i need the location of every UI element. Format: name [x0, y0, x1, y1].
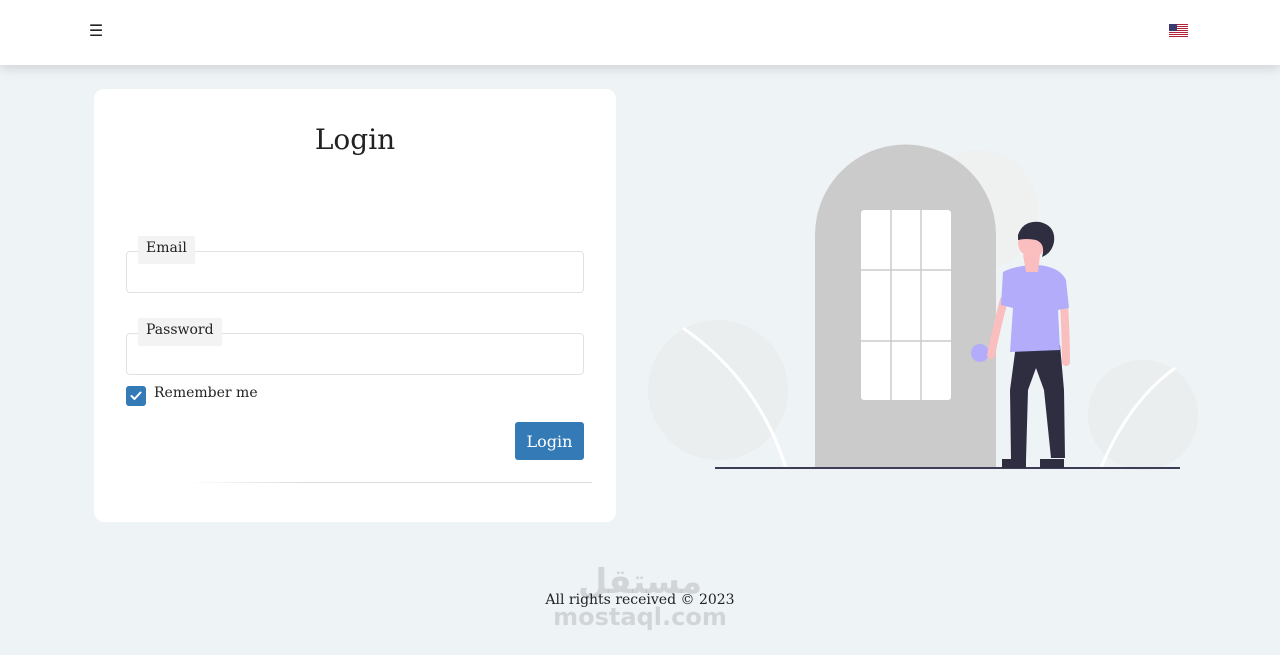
remember-me-row: Remember me — [126, 385, 258, 407]
email-label: Email — [138, 236, 195, 264]
door-illustration — [648, 144, 1198, 470]
remember-me-label: Remember me — [154, 385, 258, 401]
password-label: Password — [138, 318, 222, 346]
footer-copyright: All rights received © 2023 — [545, 592, 735, 608]
login-card: Login Email Password Remember me Login — [94, 89, 616, 522]
check-icon — [130, 391, 142, 400]
top-navbar: ☰ — [0, 0, 1280, 65]
us-flag-icon[interactable] — [1169, 24, 1188, 37]
hamburger-menu-icon[interactable]: ☰ — [86, 20, 106, 42]
email-input[interactable] — [127, 252, 583, 292]
card-divider — [184, 482, 592, 483]
login-button[interactable]: Login — [515, 422, 584, 460]
remember-me-checkbox[interactable] — [126, 386, 146, 406]
page-title: Login — [314, 123, 396, 156]
